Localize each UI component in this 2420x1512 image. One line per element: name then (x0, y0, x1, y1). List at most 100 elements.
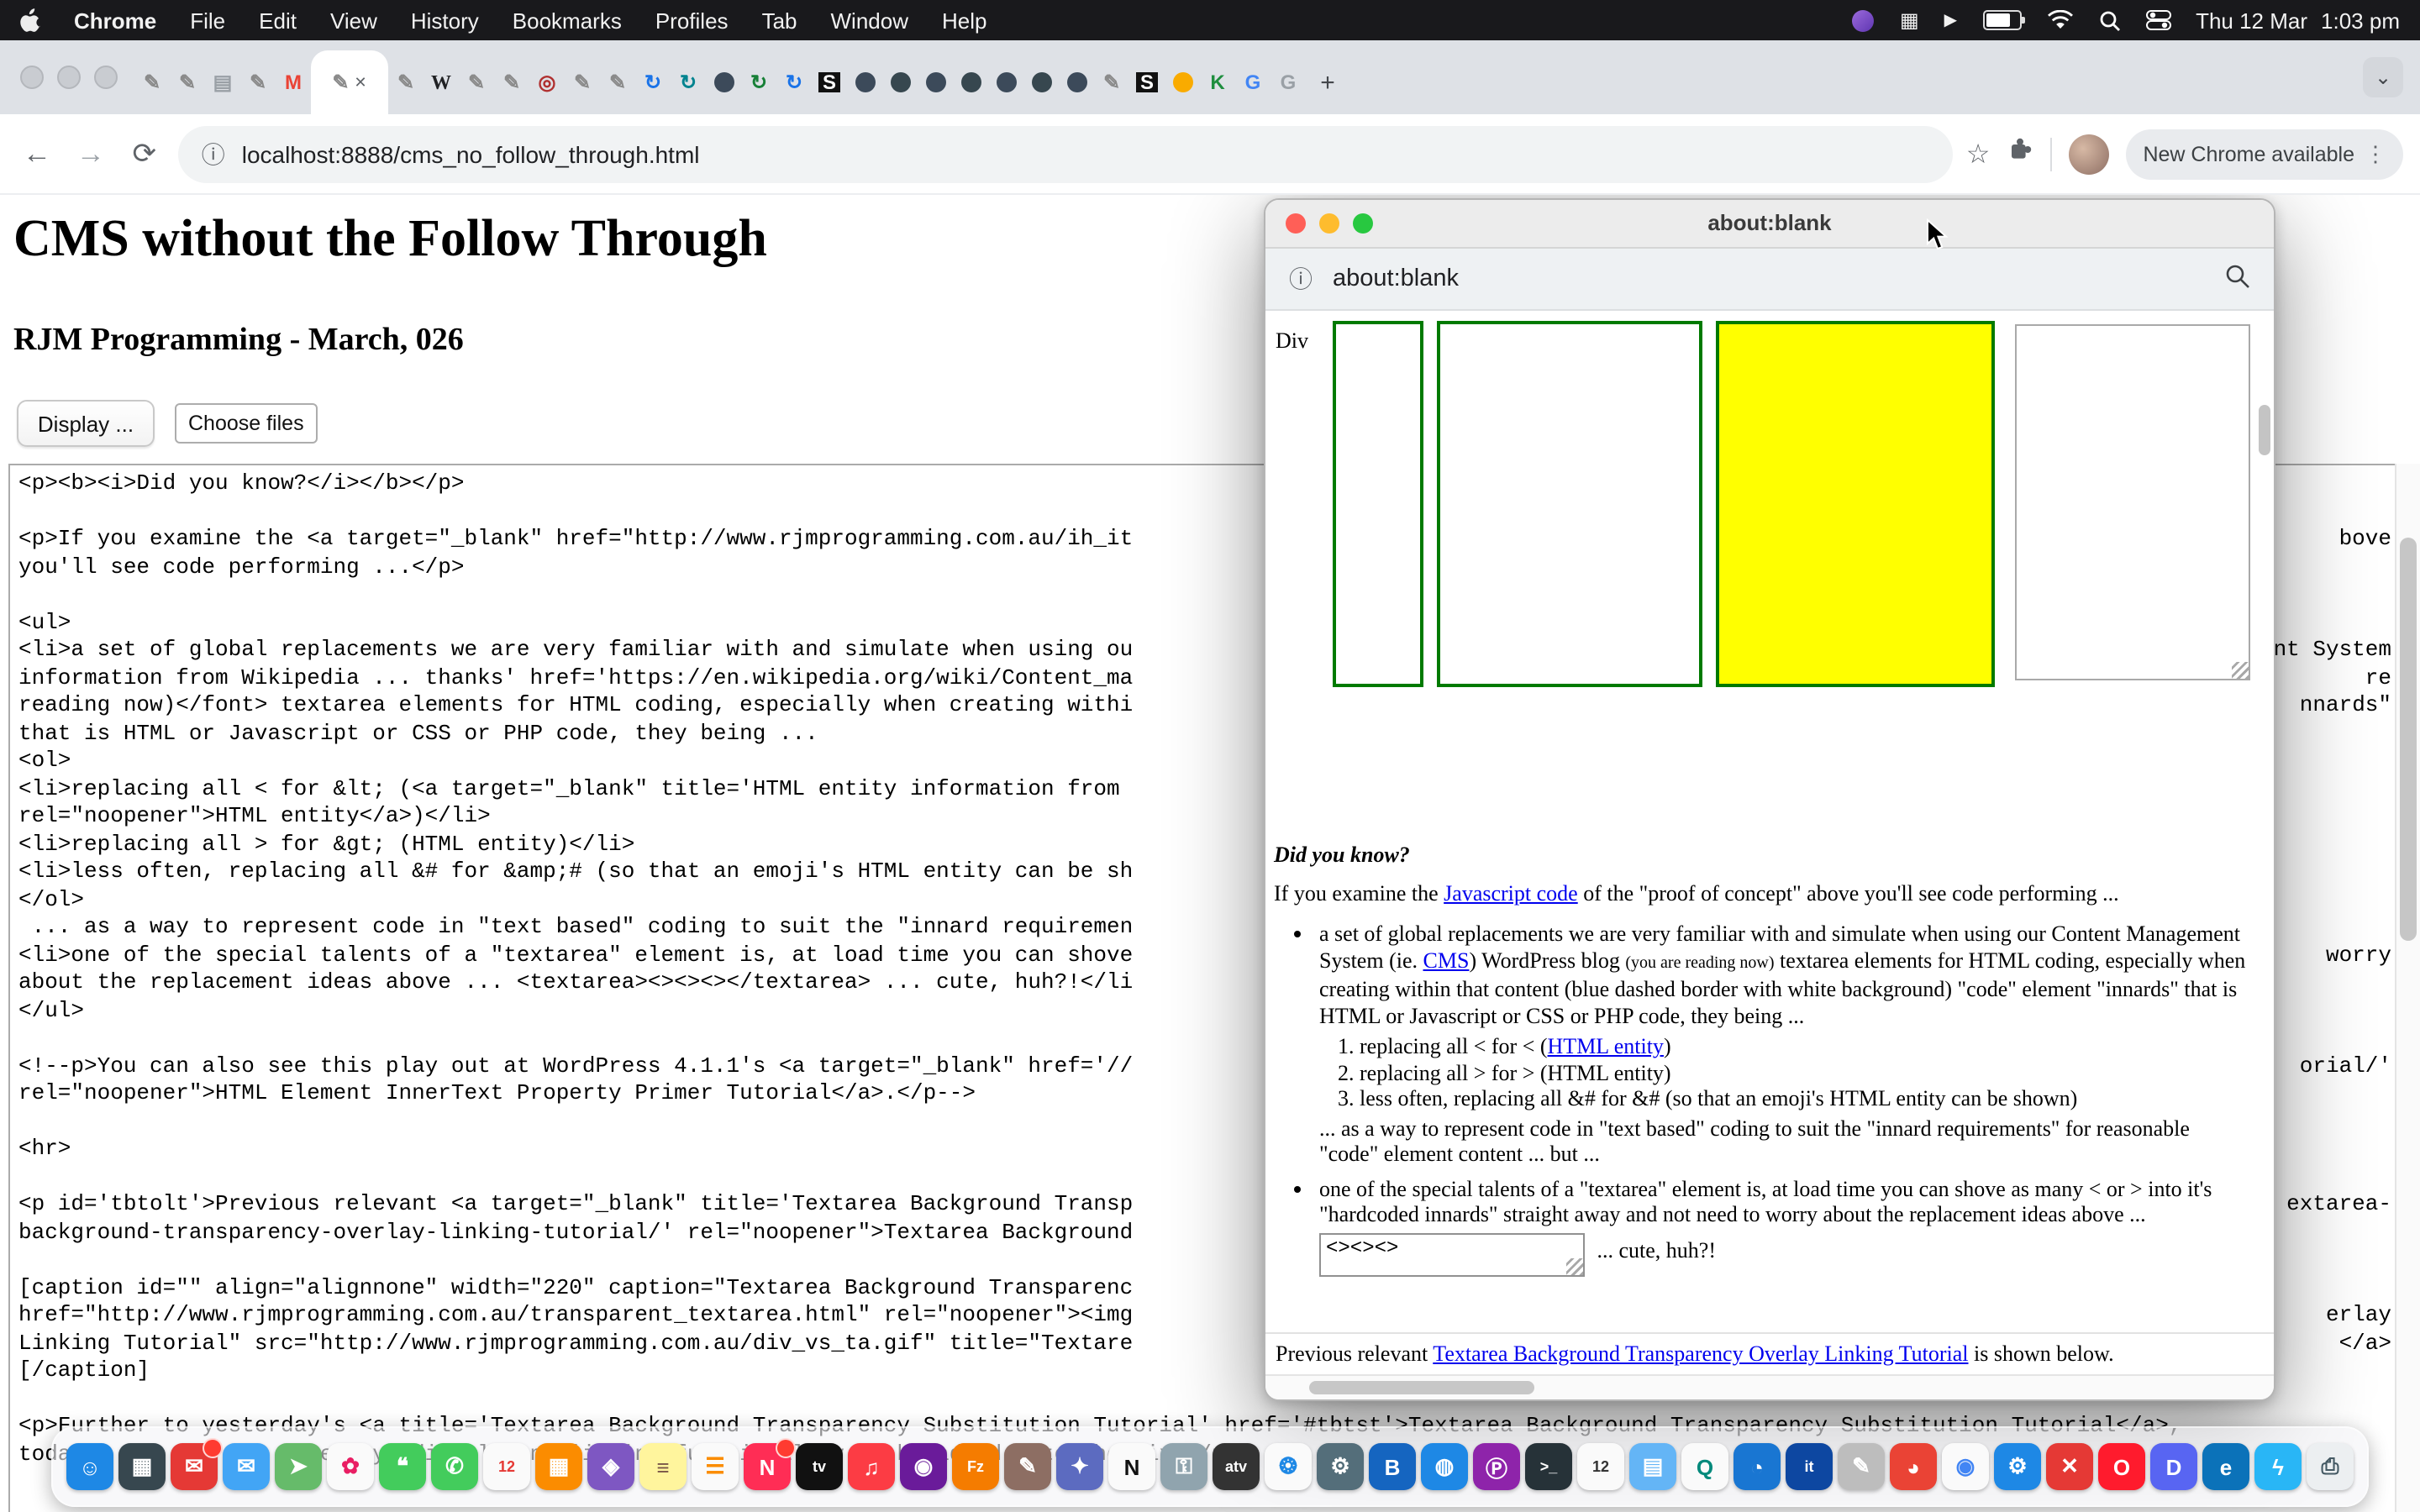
dock-printer[interactable]: ⎙ (2307, 1443, 2354, 1490)
dock-gear-blue[interactable]: ⚙ (1994, 1443, 2041, 1490)
update-chrome-button[interactable]: New Chrome available ⋮ (2126, 129, 2403, 179)
dock-drive[interactable]: ▤ (1629, 1443, 1676, 1490)
dock-facetime[interactable]: ✆ (431, 1443, 478, 1490)
kebab-menu-icon[interactable]: ⋮ (2365, 140, 2386, 167)
popup-titlebar[interactable]: about:blank (1265, 200, 2274, 249)
dock-app-grid[interactable]: ▦ (535, 1443, 582, 1490)
menu-file[interactable]: File (190, 8, 225, 33)
dock-app-star[interactable]: ✦ (1056, 1443, 1103, 1490)
menu-view[interactable]: View (330, 8, 377, 33)
dock-calendar[interactable]: 12 (483, 1443, 530, 1490)
forward-button[interactable]: → (71, 137, 111, 171)
resize-grip-icon[interactable] (2232, 662, 2249, 679)
dock-calendar-alt[interactable]: 12 (1577, 1443, 1624, 1490)
profile-avatar[interactable] (2069, 134, 2109, 174)
menubar-clock[interactable]: Thu 12 Mar 1:03 pm (2196, 8, 2400, 33)
dock-photos[interactable]: ✿ (327, 1443, 374, 1490)
apple-icon[interactable] (20, 7, 40, 34)
dock-editor[interactable]: ✎ (1004, 1443, 1051, 1490)
menu-bookmarks[interactable]: Bookmarks (513, 8, 622, 33)
popup-horizontal-scrollbar[interactable] (1265, 1374, 2274, 1399)
dock-browser[interactable]: ◍ (1421, 1443, 1468, 1490)
dock-filezilla[interactable]: Fz (952, 1443, 999, 1490)
wifi-icon[interactable] (2046, 7, 2073, 34)
bookmark-star-icon[interactable]: ☆ (1966, 137, 1991, 171)
popup-link[interactable]: Javascript code (1444, 879, 1578, 905)
display-button[interactable]: Display ... (17, 400, 155, 447)
site-info-icon[interactable]: ⓘ (202, 137, 225, 171)
browser-tab[interactable]: K (1200, 50, 1235, 114)
menu-window[interactable]: Window (831, 8, 909, 33)
popup-link[interactable]: HTML entity (1548, 1033, 1664, 1058)
browser-tab[interactable]: ✎ (170, 50, 205, 114)
dock-finder[interactable]: ☺ (66, 1443, 113, 1490)
dock-discord[interactable]: D (2150, 1443, 2197, 1490)
dock-music[interactable]: ♫ (848, 1443, 895, 1490)
menu-edit[interactable]: Edit (259, 8, 297, 33)
browser-tab[interactable] (1023, 50, 1059, 114)
control-center-icon[interactable] (2145, 7, 2170, 34)
popup-url-text[interactable]: about:blank (1333, 265, 2205, 292)
app-status-icon[interactable] (1853, 7, 1875, 34)
dock-bbedit[interactable]: B (1369, 1443, 1416, 1490)
browser-tab[interactable]: S (812, 50, 847, 114)
extensions-puzzle-icon[interactable] (2007, 136, 2033, 171)
dock-itunes-connect[interactable]: it (1786, 1443, 1833, 1490)
browser-tab[interactable]: ↻ (741, 50, 776, 114)
battery-icon[interactable] (1982, 7, 2021, 34)
dock-quicktime[interactable]: Q (1681, 1443, 1728, 1490)
window-controls[interactable] (20, 66, 118, 89)
demo-textarea-box[interactable] (2015, 324, 2250, 680)
dock-parallels[interactable]: Ⓟ (1473, 1443, 1520, 1490)
dock-settings[interactable]: ⚙ (1317, 1443, 1364, 1490)
browser-tab[interactable]: ✎ (388, 50, 424, 114)
browser-tab[interactable]: ▤ (205, 50, 240, 114)
dock-keychain[interactable]: ⚿ (1160, 1443, 1207, 1490)
dock-chrome[interactable]: ◉ (1942, 1443, 1989, 1490)
browser-tab[interactable]: G (1235, 50, 1270, 114)
close-tab-icon[interactable]: ✕ (355, 73, 367, 92)
site-info-icon[interactable]: ⓘ (1289, 262, 1313, 296)
browser-tab[interactable]: ↻ (776, 50, 812, 114)
play-icon[interactable]: ▶ (1944, 7, 1957, 34)
popup-horizontal-scrollbar-thumb[interactable] (1309, 1381, 1534, 1394)
dock-mail[interactable]: ✉ (223, 1443, 270, 1490)
choose-files-button[interactable]: Choose files (175, 403, 318, 444)
browser-tab[interactable] (918, 50, 953, 114)
search-icon[interactable] (2098, 7, 2120, 34)
page-scrollbar-thumb[interactable] (2400, 538, 2417, 941)
menu-chrome[interactable]: Chrome (74, 8, 156, 33)
zoom-search-icon[interactable] (2225, 263, 2250, 295)
menu-history[interactable]: History (411, 8, 479, 33)
browser-tab[interactable]: ◎ (529, 50, 565, 114)
new-tab-button[interactable]: + (1306, 50, 1349, 114)
mini-textarea-value[interactable]: <><><> (1326, 1236, 1398, 1259)
browser-tab[interactable] (1059, 50, 1094, 114)
browser-tab[interactable]: ↻ (671, 50, 706, 114)
dock-close-app[interactable]: ✕ (2046, 1443, 2093, 1490)
resize-grip-icon[interactable] (1566, 1257, 1583, 1274)
dock-edge[interactable]: e (2202, 1443, 2249, 1490)
menu-help[interactable]: Help (942, 8, 987, 33)
dock-apple-tv[interactable]: atv (1213, 1443, 1260, 1490)
browser-tab[interactable]: ✎ (459, 50, 494, 114)
browser-tab[interactable] (1165, 50, 1200, 114)
popup-vertical-scrollbar-thumb[interactable] (2259, 405, 2270, 455)
active-tab[interactable]: ✎✕ (311, 50, 388, 114)
browser-tab[interactable]: W (424, 50, 459, 114)
dock-terminal[interactable]: >_ (1525, 1443, 1572, 1490)
browser-tab[interactable] (706, 50, 741, 114)
dock-messages[interactable]: ❝ (379, 1443, 426, 1490)
dock-news[interactable]: N (744, 1443, 791, 1490)
dock-podcasts[interactable]: ◉ (900, 1443, 947, 1490)
dock-safari[interactable]: ❂ (1265, 1443, 1312, 1490)
dock-mail-alt[interactable]: ✉ (171, 1443, 218, 1490)
browser-tab[interactable]: ✎ (1094, 50, 1129, 114)
dock-notion[interactable]: N (1108, 1443, 1155, 1490)
browser-tab[interactable] (847, 50, 882, 114)
menu-tab[interactable]: Tab (762, 8, 797, 33)
popup-link[interactable]: Textarea Background Transparency Overlay… (1433, 1341, 1968, 1366)
dock-chrome-alt[interactable]: ◕ (1890, 1443, 1937, 1490)
dock-maps[interactable]: ➤ (275, 1443, 322, 1490)
browser-tab[interactable]: ✎ (240, 50, 276, 114)
